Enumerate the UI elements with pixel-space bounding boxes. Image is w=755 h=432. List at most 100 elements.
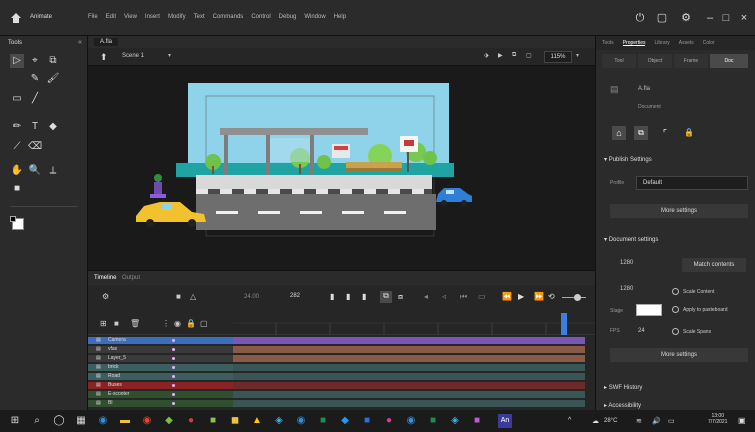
subselection-tool-icon[interactable]: ⌖ [28,54,42,68]
app-icon-5[interactable]: ▲ [250,414,264,428]
panel-tab-library[interactable]: Library [654,40,669,46]
fps-field[interactable]: 24.00 [244,294,259,300]
bone-tool-icon[interactable]: ⟂ [46,164,60,178]
subtab-doc[interactable]: Doc [710,54,748,68]
subtab-tool[interactable]: Tool [602,54,636,68]
home-doc-icon[interactable]: ⌂ [612,126,626,140]
layer-frames[interactable] [233,400,585,407]
pen-tool-icon[interactable]: ✎ [28,72,42,86]
step-back-icon[interactable]: ◃ [442,292,446,301]
panel-tab-properties[interactable]: Properties [622,40,646,46]
layer-color-dot[interactable] [172,357,175,360]
clock[interactable]: 13:00 7/7/2021 [708,413,727,425]
windows-start-icon[interactable]: ⊞ [8,414,22,428]
layer-color-dot[interactable] [172,393,175,396]
accessibility-header[interactable]: ▸ Accessibility [604,402,641,409]
line-tool-icon[interactable]: ╱ [28,92,42,106]
edit-multiple-frames-icon[interactable]: ⧉ [380,291,392,303]
onion-options-icon[interactable]: ⧈ [398,292,403,302]
insert-frame-icon[interactable]: ▭ [478,292,486,301]
layer-color-dot[interactable] [172,375,175,378]
tab-timeline[interactable]: Timeline [94,275,116,281]
menu-item-debug[interactable]: Debug [279,14,297,20]
zoom-tool-icon[interactable]: 🔍 [28,164,42,178]
document-settings-header[interactable]: ▾ Document settings [604,236,658,243]
layer-row[interactable]: ▤ Road [88,373,595,380]
layer-frames[interactable] [233,391,585,398]
app-icon-7[interactable]: ◉ [294,414,308,428]
selection-tool-icon[interactable]: ▷ [10,54,24,68]
tray-chevron-icon[interactable]: ^ [568,417,571,424]
match-contents-button[interactable]: Match contents [682,258,746,272]
minimize-icon[interactable]: – [702,10,718,26]
scene-selector[interactable]: Scene 1 [122,53,144,59]
scale-content-checkbox[interactable]: Scale Content [672,288,714,295]
go-forward-icon[interactable]: ⏩ [534,292,544,301]
layer-frames[interactable] [233,346,585,353]
height-field[interactable]: 1280 [620,286,633,292]
edge-icon[interactable]: ◉ [96,414,110,428]
weather-icon[interactable]: ☁ [592,417,599,425]
volume-icon[interactable]: 🔊 [652,417,661,425]
search-icon[interactable]: ⌕ [30,414,44,428]
layer-row[interactable]: ▤ vfax [88,346,595,353]
layer-row[interactable]: ▤ Layer_5 [88,355,595,362]
stroke-color-swatch[interactable] [10,216,16,222]
scale-spans-checkbox[interactable]: Scale Spans [672,328,711,335]
hand-tool-icon[interactable]: ✋ [10,164,24,178]
stage-color-swatch[interactable] [636,304,662,316]
layer-row[interactable]: ▤ brick [88,364,595,371]
menu-item-window[interactable]: Window [304,14,325,20]
layer-color-dot[interactable] [172,366,175,369]
chrome-icon[interactable]: ◉ [140,414,154,428]
play-icon[interactable]: ▶ [498,52,503,59]
highlight-icon[interactable]: ⋮ [162,319,170,328]
layer-frames[interactable] [233,337,585,344]
arrange-icon[interactable]: ⏻ [632,10,648,26]
subtab-frame[interactable]: Frame [674,54,708,68]
layer-frames[interactable] [233,382,585,389]
menu-item-control[interactable]: Control [251,14,270,20]
new-folder-icon[interactable]: ■ [114,319,119,328]
insert-keyframe-icon[interactable]: ▮ [330,292,334,301]
frame-ruler[interactable] [233,311,595,335]
layer-row[interactable]: ▤ E-scooter [88,391,595,398]
current-frame-field[interactable]: 282 [290,293,300,299]
close-icon[interactable]: × [736,10,752,26]
layer-frames[interactable] [233,364,585,371]
camera-toggle-icon[interactable]: ■ [176,292,181,301]
layer-color-dot[interactable] [172,384,175,387]
menu-item-commands[interactable]: Commands [213,14,244,20]
app-icon-12[interactable]: ◉ [404,414,418,428]
app-icon-8[interactable]: ■ [316,414,330,428]
zoom-chevron-icon[interactable]: ▾ [576,52,579,59]
layer-row[interactable]: ▤ Camera [88,337,595,344]
zoom-field[interactable]: 115% [544,51,572,63]
app-icon-3[interactable]: ■ [206,414,220,428]
delete-layer-icon[interactable]: 🗑 [130,319,140,328]
layer-depth-icon[interactable]: △ [190,292,196,301]
app-icon-14[interactable]: ◈ [448,414,462,428]
width-field[interactable]: 1280 [620,260,633,266]
layer-row[interactable]: ▤ Buses [88,382,595,389]
collapse-icon[interactable]: « [78,39,82,46]
app-icon-15[interactable]: ■ [470,414,484,428]
visibility-icon[interactable]: ◉ [174,319,181,328]
frame-scale-handle[interactable] [574,294,581,301]
network-icon[interactable]: ≋ [636,417,642,425]
gear-icon[interactable]: ⚙ [678,10,694,26]
outline-icon[interactable]: ▢ [200,319,208,328]
subtab-object[interactable]: Object [638,54,672,68]
text-tool-icon[interactable]: T [28,120,42,134]
menu-item-modify[interactable]: Modify [168,14,186,20]
swf-history-header[interactable]: ▸ SWF History [604,384,642,391]
panel-tab-tools[interactable]: Tools [602,40,614,46]
battery-icon[interactable]: ▭ [668,417,675,425]
rectangle-tool-icon[interactable]: ▭ [10,92,24,106]
fps-value[interactable]: 24 [638,328,645,334]
pencil-tool-icon[interactable]: ✏ [10,120,24,134]
menu-item-edit[interactable]: Edit [106,14,116,20]
task-view-icon[interactable]: ◯ [52,414,66,428]
apply-pasteboard-checkbox[interactable]: Apply to pasteboard [672,306,727,313]
app-icon-1[interactable]: ◆ [162,414,176,428]
